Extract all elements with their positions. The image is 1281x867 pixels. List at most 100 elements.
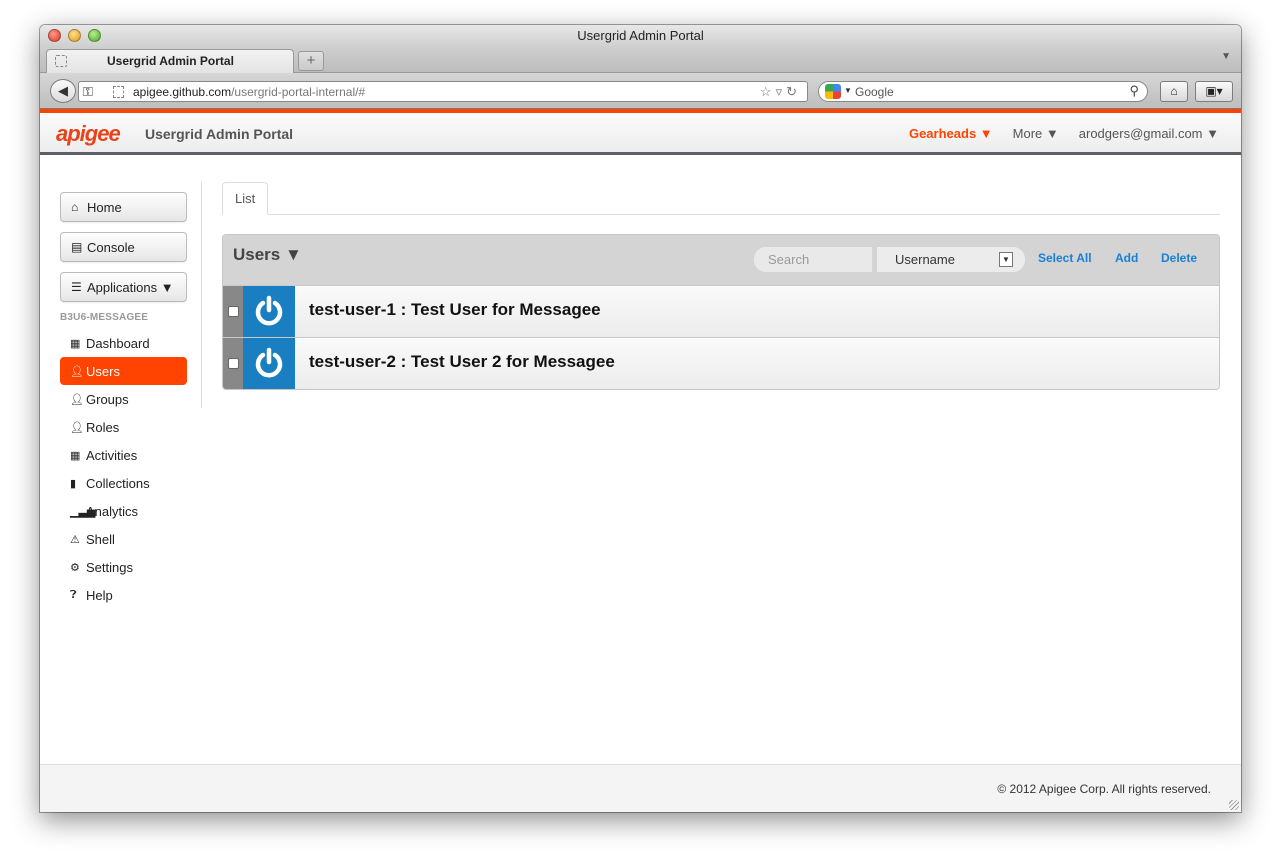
tab-list-chevron-icon[interactable]: ▼	[1221, 51, 1231, 62]
sidebar-item-users[interactable]: 👤︎ Users	[60, 357, 187, 385]
sidebar-item-label: Help	[86, 587, 113, 603]
avatar	[243, 338, 295, 389]
sidebar-divider	[201, 182, 202, 408]
sidebar-item-dashboard[interactable]: ▦ Dashboard	[60, 329, 187, 357]
book-icon: ▮	[70, 477, 77, 490]
users-panel: Users ▼ Search Username ▼ Select All Add…	[222, 234, 1220, 390]
sidebar-item-label: Groups	[86, 391, 129, 407]
power-icon	[255, 295, 283, 326]
page-icon	[113, 86, 124, 98]
resize-grip-icon[interactable]	[1229, 800, 1239, 810]
url-host: apigee.github.com	[133, 85, 232, 99]
sidebar-item-shell[interactable]: ⚠ Shell	[60, 525, 187, 553]
search-field-select[interactable]: Username ▼	[877, 247, 1025, 272]
row-checkbox-cell	[223, 286, 243, 337]
search-bar[interactable]: ▼ Google ⚲	[818, 81, 1148, 102]
reload-icon[interactable]: ↻	[786, 84, 801, 99]
chevron-down-icon[interactable]: ▼	[999, 252, 1013, 267]
sidebar-item-analytics[interactable]: ▁▃▅ Analytics	[60, 497, 187, 525]
copyright-text: © 2012 Apigee Corp. All rights reserved.	[997, 782, 1211, 796]
add-user-link[interactable]: Add	[1115, 251, 1138, 265]
back-button[interactable]: ◀	[50, 79, 76, 103]
apigee-logo[interactable]: apigee	[56, 121, 121, 147]
sidebar-item-label: Activities	[86, 447, 138, 463]
tab-bar: Usergrid Admin Portal + ▼	[40, 47, 1241, 73]
home-icon: ⌂	[71, 200, 79, 214]
avatar	[243, 286, 295, 337]
maximize-window-button[interactable]	[88, 29, 101, 42]
account-menu[interactable]: arodgers@gmail.com ▼	[1079, 126, 1219, 141]
google-search-engine-icon[interactable]	[825, 84, 841, 99]
search-field-value: Username	[895, 252, 955, 267]
sidebar-item-label: Roles	[86, 419, 120, 435]
close-window-button[interactable]	[48, 29, 61, 42]
site-identity-key-icon[interactable]: ⚿	[83, 84, 93, 100]
home-button[interactable]: ⌂	[1160, 81, 1188, 102]
more-menu[interactable]: More ▼	[1013, 126, 1059, 141]
row-checkbox[interactable]	[228, 358, 239, 369]
content-tabs: List	[222, 182, 1220, 215]
browser-window: Usergrid Admin Portal Usergrid Admin Por…	[40, 25, 1241, 812]
grid-icon: ▦	[70, 337, 81, 350]
sidebar-item-help[interactable]: ❓︎ Help	[60, 581, 187, 609]
main-content: List Users ▼ Search Username ▼ Select Al…	[222, 182, 1220, 390]
user-icon: 👤︎	[70, 421, 84, 434]
search-engine-dropdown-icon[interactable]: ▼	[844, 86, 852, 95]
warning-icon: ⚠	[70, 533, 80, 546]
power-icon	[255, 347, 283, 378]
users-menu[interactable]: Users ▼	[233, 245, 302, 265]
header-menus: Gearheads ▼ More ▼ arodgers@gmail.com ▼	[909, 126, 1219, 141]
applications-nav-label: Applications ▼	[87, 279, 174, 295]
users-panel-header: Users ▼ Search Username ▼ Select All Add…	[223, 235, 1219, 285]
user-name[interactable]: test-user-2 : Test User 2 for Messagee	[309, 352, 615, 372]
sidebar-item-collections[interactable]: ▮ Collections	[60, 469, 187, 497]
user-name[interactable]: test-user-1 : Test User for Messagee	[309, 300, 601, 320]
minimize-window-button[interactable]	[68, 29, 81, 42]
browser-tab[interactable]: Usergrid Admin Portal	[46, 49, 294, 73]
sidebar-item-label: Analytics	[86, 503, 139, 519]
sidebar-item-groups[interactable]: 👤︎ Groups	[60, 385, 187, 413]
organization-menu[interactable]: Gearheads ▼	[909, 126, 993, 141]
footer: © 2012 Apigee Corp. All rights reserved.	[40, 764, 1241, 812]
new-tab-button[interactable]: +	[298, 51, 324, 71]
gear-icon: ⚙	[70, 561, 80, 574]
home-nav-button[interactable]: ⌂ Home	[60, 192, 187, 222]
url-bar[interactable]: ⚿ apigee.github.com/usergrid-portal-inte…	[78, 81, 808, 102]
url-text[interactable]: apigee.github.com/usergrid-portal-intern…	[133, 85, 365, 99]
history-dropdown-icon[interactable]: ▿	[776, 84, 787, 99]
title-bar: Usergrid Admin Portal	[40, 25, 1241, 47]
table-row[interactable]: test-user-1 : Test User for Messagee	[223, 285, 1219, 337]
sidebar: ⌂ Home ▤ Console ☰ Applications ▼ B3U6-M…	[60, 192, 187, 609]
select-all-link[interactable]: Select All	[1038, 251, 1092, 265]
row-checkbox[interactable]	[228, 306, 239, 317]
sidebar-item-settings[interactable]: ⚙ Settings	[60, 553, 187, 581]
browser-tab-title: Usergrid Admin Portal	[107, 54, 234, 68]
delete-user-link[interactable]: Delete	[1161, 251, 1197, 265]
list-icon: ▤	[71, 240, 83, 254]
sidebar-item-roles[interactable]: 👤︎ Roles	[60, 413, 187, 441]
sidebar-item-activities[interactable]: ▦ Activities	[60, 441, 187, 469]
row-checkbox-cell	[223, 338, 243, 389]
window-title: Usergrid Admin Portal	[577, 28, 704, 43]
bar-chart-icon: ▁▃▅	[70, 505, 96, 518]
home-nav-label: Home	[87, 199, 122, 215]
applications-nav-button[interactable]: ☰ Applications ▼	[60, 272, 187, 302]
user-icon: 👤︎	[70, 365, 84, 378]
user-icon: 👤︎	[70, 393, 84, 406]
search-input[interactable]: Search	[754, 247, 872, 272]
app-name-heading: B3U6-MESSAGEE	[60, 312, 149, 323]
search-bar-placeholder: Google	[855, 85, 894, 99]
menu-list-icon: ☰	[71, 280, 82, 294]
tab-list[interactable]: List	[222, 182, 269, 215]
bookmark-star-icon[interactable]: ☆	[760, 84, 776, 99]
portal-title[interactable]: Usergrid Admin Portal	[145, 126, 293, 142]
bookmarks-button[interactable]: ▣▾	[1195, 81, 1233, 102]
search-icon[interactable]: ⚲	[1129, 83, 1139, 99]
url-actions: ☆▿↻	[760, 84, 801, 100]
page-favicon-icon	[55, 55, 67, 67]
table-row[interactable]: test-user-2 : Test User 2 for Messagee	[223, 337, 1219, 389]
question-icon: ❓︎	[70, 588, 77, 601]
url-path: /usergrid-portal-internal/#	[231, 85, 366, 99]
console-nav-button[interactable]: ▤ Console	[60, 232, 187, 262]
bookmarks-icon: ▣▾	[1205, 84, 1223, 98]
